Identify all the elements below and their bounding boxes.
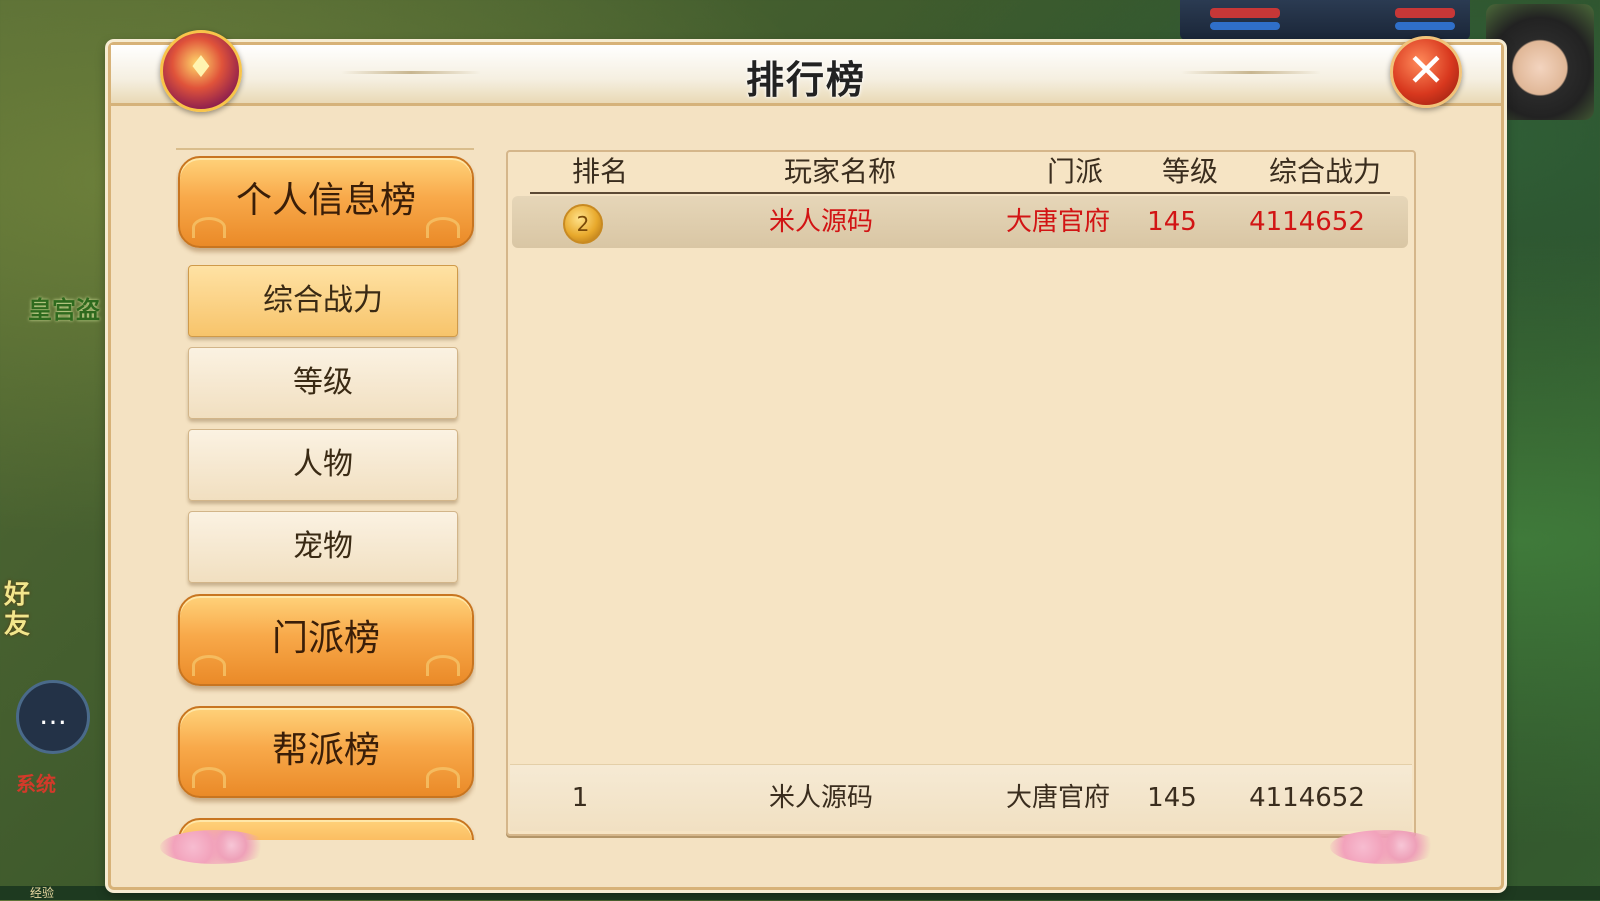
category-sect-button[interactable]: 门派榜 [178, 594, 474, 686]
title-bar: 排行榜 [111, 45, 1501, 106]
chat-bubble-icon[interactable]: … [16, 680, 90, 754]
my-power: 4114652 [1249, 783, 1365, 813]
table-row[interactable]: 2 米人源码 大唐官府 145 4114652 [512, 196, 1408, 248]
my-player-name: 米人源码 [768, 783, 873, 813]
player-hp-bar [1210, 8, 1280, 18]
my-rank: 1 [571, 783, 589, 813]
npc-name-label: 皇宫盗 [28, 296, 100, 324]
my-level: 145 [1147, 783, 1197, 813]
row-power: 4114652 [1249, 207, 1365, 237]
hud-top-bar [1180, 0, 1470, 40]
header-sect: 门派 [1046, 155, 1103, 188]
subcategory-character-button[interactable]: 人物 [188, 429, 458, 501]
subcategory-power-button[interactable]: 综合战力 [188, 265, 458, 337]
ranking-table: 排名 玩家名称 门派 等级 综合战力 2 米人源码 大唐官府 145 41146… [506, 150, 1416, 836]
experience-label: 经验 [30, 886, 55, 900]
system-channel-label: 系统 [16, 772, 56, 796]
row-level: 145 [1147, 207, 1197, 237]
badge-glyph: ♦ [187, 50, 215, 85]
header-rank: 排名 [571, 155, 628, 188]
category-list: 个人信息榜 综合战力 等级 人物 宠物 门派榜 帮派榜 [176, 150, 476, 840]
my-rank-row: 1 米人源码 大唐官府 145 4114652 [510, 764, 1412, 831]
header-level: 等级 [1161, 155, 1218, 188]
row-sect: 大唐官府 [1005, 207, 1110, 237]
pet-mp-bar [1395, 22, 1455, 30]
window-title: 排行榜 [745, 58, 866, 102]
player-mp-bar [1210, 22, 1280, 30]
pet-hp-bar [1395, 8, 1455, 18]
header-player-name: 玩家名称 [783, 155, 896, 188]
close-button[interactable]: ✕ [1390, 36, 1462, 108]
rank-medal-icon: 2 [563, 204, 603, 244]
header-power: 综合战力 [1268, 155, 1381, 188]
category-guild-button[interactable]: 帮派榜 [178, 706, 474, 798]
subcategory-level-button[interactable]: 等级 [188, 347, 458, 419]
ranking-badge-icon: ♦ [160, 30, 242, 112]
blossom-decoration-left [160, 830, 270, 864]
subcategory-pet-button[interactable]: 宠物 [188, 511, 458, 583]
row-player-name: 米人源码 [768, 207, 873, 237]
blossom-decoration-right [1330, 830, 1440, 864]
category-personal-button[interactable]: 个人信息榜 [178, 156, 474, 248]
table-header: 排名 玩家名称 门派 等级 综合战力 [530, 152, 1390, 194]
friend-button[interactable]: 好友 [4, 580, 34, 640]
my-sect: 大唐官府 [1005, 783, 1110, 813]
